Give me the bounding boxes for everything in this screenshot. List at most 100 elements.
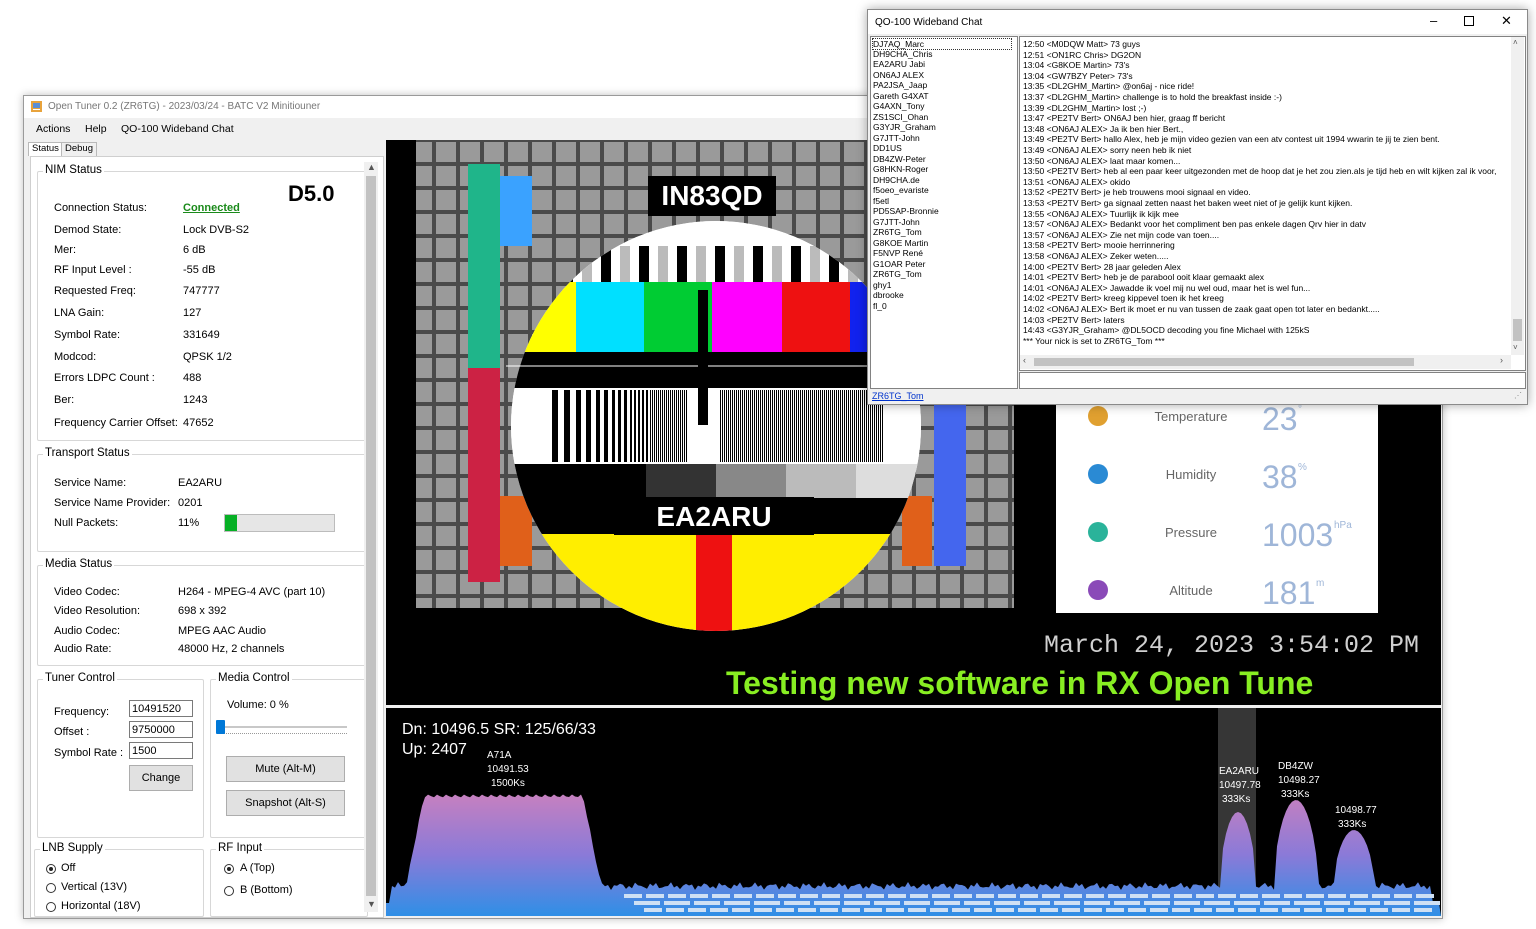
nick-item[interactable]: DB4ZW-Peter xyxy=(873,154,926,164)
test-pattern-bar xyxy=(576,390,581,462)
callsign-top: IN83QD xyxy=(661,180,762,211)
snapshot-button[interactable]: Snapshot (Alt-S) xyxy=(226,790,345,816)
signal-label-db4zw[interactable]: DB4ZW 10498.27 333Ks xyxy=(1278,761,1320,800)
resize-grip-icon[interactable]: ⋰ xyxy=(1514,391,1522,400)
nick-item[interactable]: ON6AJ ALEX xyxy=(873,70,924,80)
rf-input-b-radio[interactable] xyxy=(224,886,234,896)
nick-item[interactable]: G4AXN_Tony xyxy=(873,101,925,111)
signal-label-10498-77[interactable]: 10498.77 333Ks xyxy=(1335,805,1377,830)
status-scrollbar[interactable]: ▲ ▼ xyxy=(364,162,378,912)
spectrum-beacon-bar xyxy=(996,908,1014,912)
nick-item[interactable]: ZS1SCI_Ohan xyxy=(873,112,928,122)
water-drop-icon xyxy=(1088,464,1108,484)
nick-item[interactable]: ghy1 xyxy=(873,280,891,290)
signal-sr: 1500Ks xyxy=(491,778,525,789)
spectrum-beacon-bar xyxy=(1084,901,1110,905)
tab-debug[interactable]: Debug xyxy=(61,142,97,156)
chat-hscrollbar[interactable]: ‹ › xyxy=(1020,355,1511,369)
test-pattern-bar xyxy=(552,390,558,462)
nick-item[interactable]: f5etl xyxy=(873,196,889,206)
spectrum-beacon-bar xyxy=(864,908,882,912)
signal-label-a71a[interactable]: A71A 10491.53 1500Ks xyxy=(487,750,529,789)
weather-value: 181 xyxy=(1262,575,1315,611)
maximize-icon[interactable] xyxy=(1464,16,1474,26)
nick-item[interactable]: dbrooke xyxy=(873,290,904,300)
rf-input-a-radio[interactable] xyxy=(224,864,234,874)
change-button[interactable]: Change xyxy=(129,765,193,791)
minimize-icon[interactable]: – xyxy=(1430,13,1437,28)
offset-input[interactable]: 9750000 xyxy=(129,721,193,738)
test-pattern-tick xyxy=(734,246,744,282)
spectrum-beacon-bar xyxy=(1414,901,1440,905)
chat-scroll-left-icon[interactable]: ‹ xyxy=(1023,355,1026,365)
chat-message: 14:00 <PE2TV Bert> 28 jaar geleden Alex xyxy=(1023,261,1181,272)
chat-scroll-right-icon[interactable]: › xyxy=(1500,355,1503,365)
test-pattern-bar xyxy=(770,390,771,462)
chat-window-title: QO-100 Wideband Chat xyxy=(875,17,983,28)
test-pattern-bar xyxy=(834,390,835,462)
offset-label: Offset : xyxy=(54,726,90,738)
nick-item[interactable]: G7JTT-John xyxy=(873,133,920,143)
spectrum-display[interactable]: Dn: 10496.5 SR: 125/66/33 Up: 2407 A71A … xyxy=(386,708,1441,916)
scroll-up-icon[interactable]: ▲ xyxy=(367,162,376,172)
volume-slider-track[interactable] xyxy=(221,726,347,728)
nick-item[interactable]: f5oeo_evariste xyxy=(873,185,929,195)
nick-item[interactable]: PA2JSA_Jaap xyxy=(873,80,927,90)
weather-unit: hPa xyxy=(1334,520,1352,531)
spectrum-beacon-bar xyxy=(888,894,906,898)
spectrum-beacon-bar xyxy=(1348,908,1366,912)
own-nick-link[interactable]: ZR6TG_Tom xyxy=(872,391,924,401)
nick-item[interactable]: F5NVP René xyxy=(873,248,923,258)
nick-item[interactable]: G3YJR_Graham xyxy=(873,122,936,132)
lnb-off-radio[interactable] xyxy=(46,864,56,874)
menu-actions[interactable]: Actions xyxy=(36,123,70,135)
test-pattern-bar xyxy=(792,390,793,462)
menu-help[interactable]: Help xyxy=(85,123,107,135)
chat-hscroll-thumb[interactable] xyxy=(1034,358,1414,366)
test-pattern-bar xyxy=(860,390,861,462)
chat-vscrollbar[interactable]: ˄ ˅ xyxy=(1511,37,1524,355)
volume-slider-thumb[interactable] xyxy=(216,720,225,734)
nick-item[interactable]: fl_0 xyxy=(873,301,887,311)
spectrum-beacon-bar xyxy=(1354,901,1380,905)
nim-row-value: 488 xyxy=(183,372,202,384)
nick-item[interactable]: ZR6TG_Tom xyxy=(873,269,922,279)
symbol-rate-input[interactable]: 1500 xyxy=(129,742,193,759)
nick-item[interactable]: ZR6TG_Tom xyxy=(873,227,922,237)
lnb-vertical-radio[interactable] xyxy=(46,883,56,893)
test-pattern-bar xyxy=(634,390,636,462)
spectrum-beacon-bar xyxy=(1238,908,1256,912)
nick-item[interactable]: G7JTT-John xyxy=(873,217,920,227)
test-pattern-bar xyxy=(670,390,671,462)
tab-status[interactable]: Status xyxy=(28,142,63,156)
nick-item[interactable]: PD5SAP-Bronnie xyxy=(873,206,939,216)
nick-item[interactable]: G8HKN-Roger xyxy=(873,164,928,174)
scroll-thumb[interactable] xyxy=(366,176,376,896)
test-pattern-bar xyxy=(630,390,632,462)
nick-item[interactable]: Gareth G4XAT xyxy=(873,91,929,101)
nick-item[interactable]: DH9CHA.de xyxy=(873,175,920,185)
close-icon[interactable]: ✕ xyxy=(1501,13,1512,29)
nick-item[interactable]: DH9CHA_Chris xyxy=(873,49,933,59)
scroll-down-icon[interactable]: ▼ xyxy=(367,899,376,909)
chat-scroll-thumb[interactable] xyxy=(1513,319,1522,341)
spectrum-beacon-bar xyxy=(778,894,796,898)
lnb-horizontal-radio[interactable] xyxy=(46,902,56,912)
spectrum-beacon-bar xyxy=(1128,908,1146,912)
frequency-input[interactable]: 10491520 xyxy=(129,700,193,717)
chat-scroll-up-icon[interactable]: ˄ xyxy=(1513,38,1518,47)
nick-item[interactable]: G8KOE Martin xyxy=(873,238,928,248)
video-datetime: March 24, 2023 3:54:02 PM xyxy=(1044,631,1419,660)
chat-scroll-down-icon[interactable]: ˅ xyxy=(1513,343,1518,352)
chat-input[interactable] xyxy=(1019,372,1526,389)
nick-list[interactable]: DJ7AQ_Marc DH9CHA_Chris EA2ARU Jabi ON6AJ A… xyxy=(870,36,1018,389)
menu-chat[interactable]: QO-100 Wideband Chat xyxy=(121,123,234,135)
nick-item[interactable]: EA2ARU Jabi xyxy=(873,59,925,69)
test-pattern-tick xyxy=(639,246,649,282)
chat-messages[interactable]: 12:50 <M0DQW Matt> 73 guys 12:51 <ON1RC C… xyxy=(1019,36,1526,371)
nick-item[interactable]: DD1US xyxy=(873,143,902,153)
nick-item[interactable]: G1OAR Peter xyxy=(873,259,925,269)
test-pattern-bar xyxy=(804,390,805,462)
mute-button[interactable]: Mute (Alt-M) xyxy=(226,756,345,782)
connection-status-value[interactable]: Connected xyxy=(183,202,240,214)
